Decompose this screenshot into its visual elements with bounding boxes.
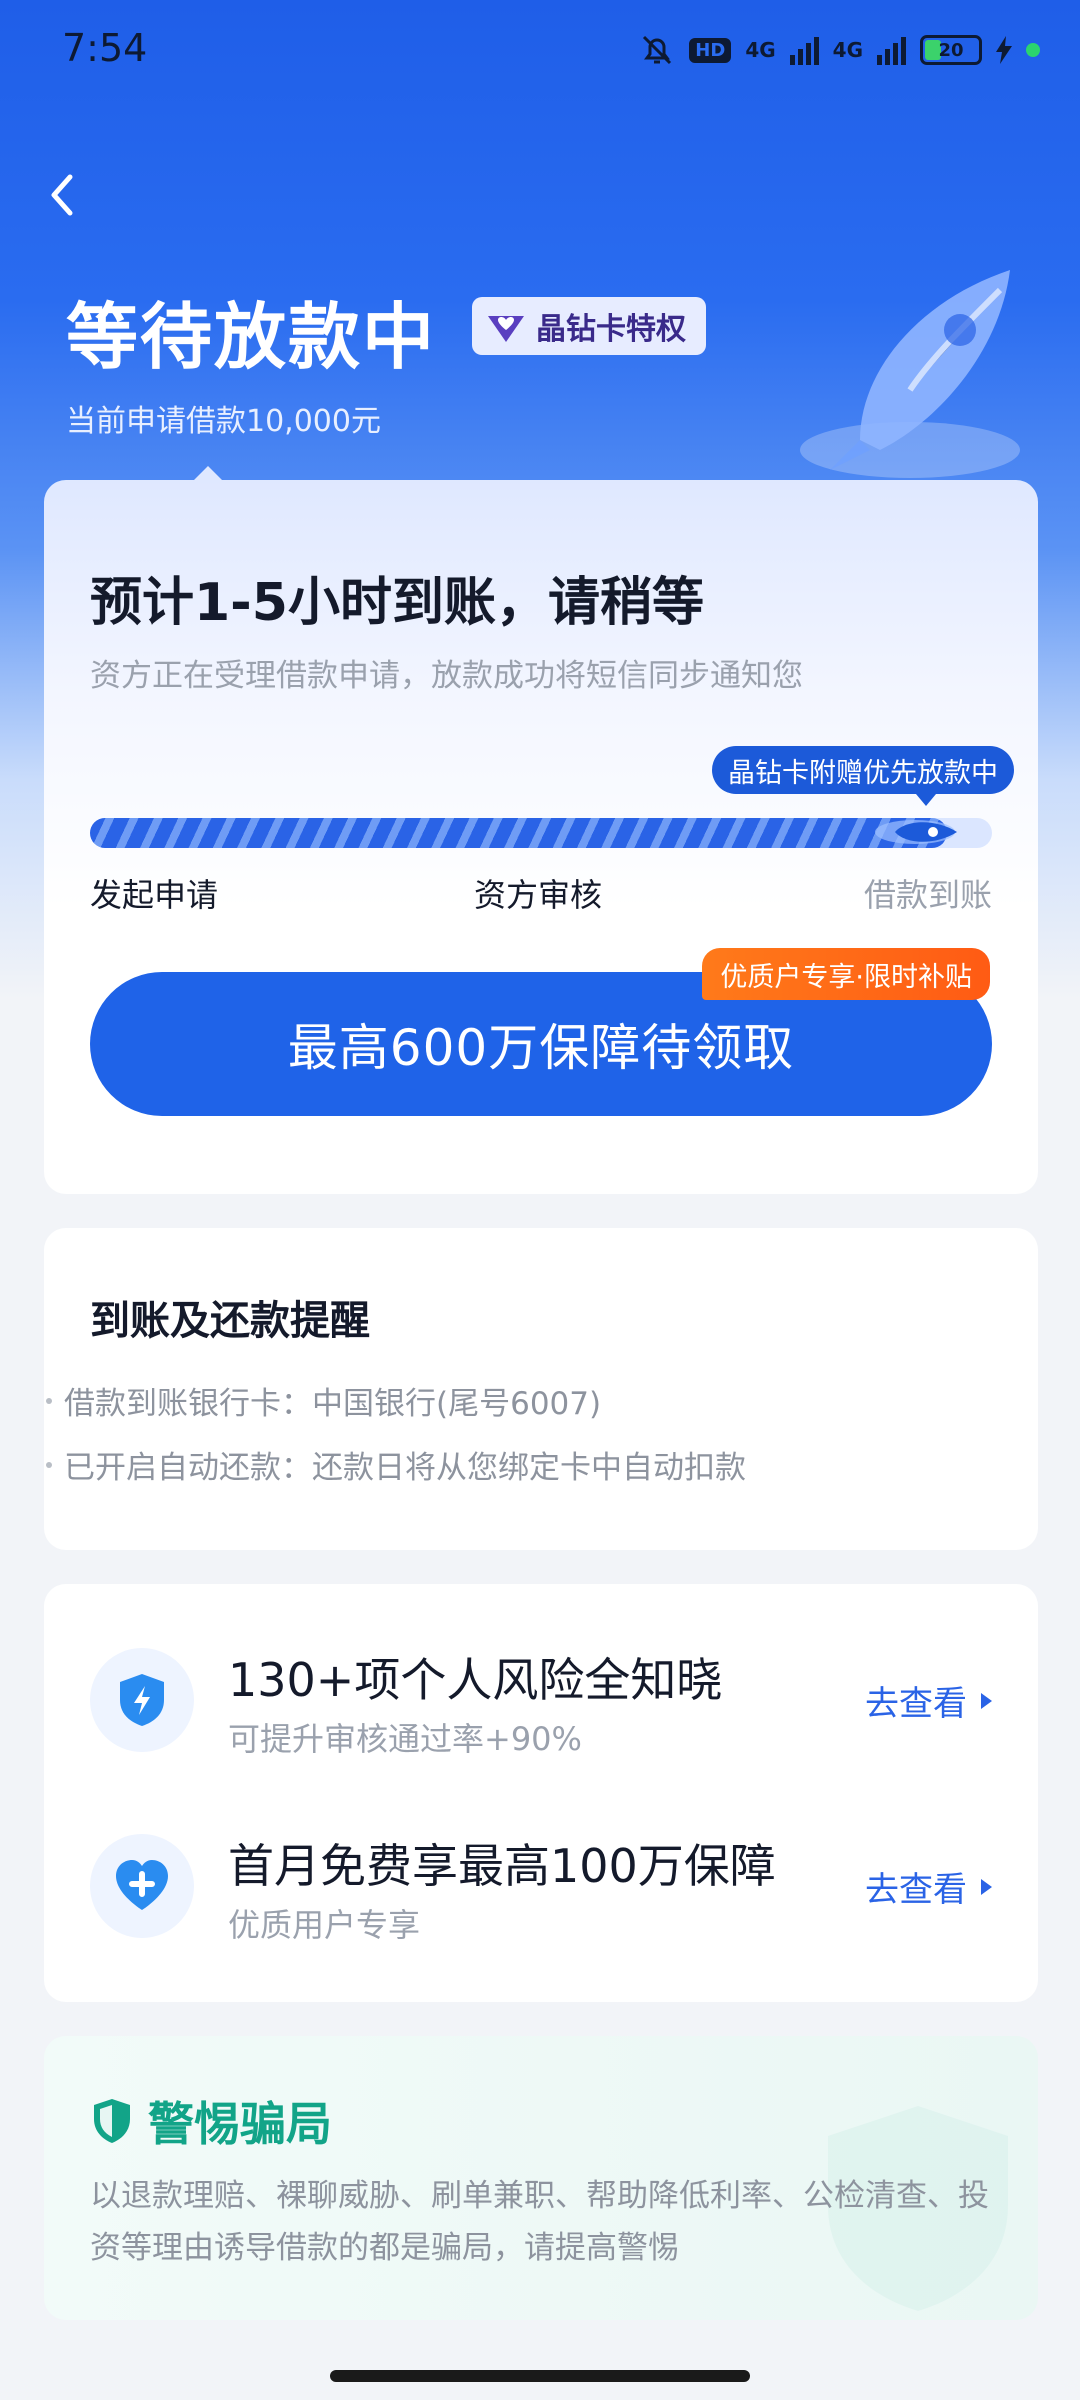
diamond-heart-icon [488,316,524,342]
service-subtitle-protection: 优质用户专享 [228,1906,421,1944]
step-disbursed: 借款到账 [863,876,992,914]
card-notch [194,466,222,480]
reminder-item-text: 借款到账银行卡：中国银行(尾号6007) [64,1386,602,1422]
warning-text: 以退款理赔、裸聊威胁、刷单兼职、帮助降低利率、公检清查、投资等理由诱导借款的都是… [90,2178,989,2266]
play-arrow-icon [981,1692,992,1709]
status-time: 7:54 [62,26,148,70]
step-apply: 发起申请 [90,876,219,914]
loan-status-card: 预计1-5小时到账，请稍等 资方正在受理借款申请，放款成功将短信同步通知您 晶钻… [44,466,1038,1194]
battery-icon: 20 [920,35,982,65]
loan-amount-subtitle: 当前申请借款10,000元 [66,404,381,439]
fraud-warning-card: 警惕骗局 以退款理赔、裸聊威胁、刷单兼职、帮助降低利率、公检清查、投资等理由诱导… [44,2036,1038,2320]
vip-badge-label: 晶钻卡特权 [536,312,686,347]
privacy-indicator-icon [1026,43,1040,57]
signal-1-icon [789,35,819,65]
battery-level: 20 [938,39,964,61]
signal-2-icon [877,35,906,65]
reminder-item-bank-card: 借款到账银行卡：中国银行(尾号6007) [46,1378,601,1423]
service-link-label: 去查看 [865,1684,967,1724]
hd-icon: HD [689,37,732,63]
back-arrow-icon[interactable] [42,165,82,225]
shield-check-icon [94,2099,130,2143]
warning-title-text: 警惕骗局 [148,2097,332,2151]
bullet-dot [46,1397,52,1404]
home-indicator[interactable] [330,2370,750,2382]
progress-track [90,818,992,848]
service-title-risk: 130+项个人风险全知晓 [228,1653,723,1707]
charging-icon [996,36,1012,64]
priority-tip-bubble: 晶钻卡附赠优先放款中 [712,746,1014,806]
bullet-dot [46,1461,52,1468]
service-link-risk[interactable]: 去查看 [865,1676,992,1725]
status-icons: HD 4G 4G 20 [639,30,1040,70]
eta-title: 预计1-5小时到账，请稍等 [90,573,704,633]
shield-lightning-icon [90,1648,194,1752]
reminder-item-auto-repay: 已开启自动还款：还款日将从您绑定卡中自动扣款 [46,1442,746,1487]
service-link-label: 去查看 [865,1870,967,1910]
page-title: 等待放款中 [66,295,437,379]
services-card: 130+项个人风险全知晓 可提升审核通过率+90% 去查看 首月免费享最高100… [44,1584,1038,2002]
service-link-protection[interactable]: 去查看 [865,1862,992,1911]
reminder-title: 到账及还款提醒 [90,1298,370,1344]
promo-tag: 优质户专享·限时补贴 [702,948,990,1000]
warning-title: 警惕骗局 [90,2088,332,2154]
step-review: 资方审核 [474,876,603,914]
service-subtitle-risk: 可提升审核通过率+90% [228,1720,582,1758]
network-label-1: 4G [745,38,776,62]
mute-bell-icon [643,35,672,65]
heart-plus-icon [90,1834,194,1938]
vip-badge: 晶钻卡特权 [472,297,706,355]
reminder-item-text: 已开启自动还款：还款日将从您绑定卡中自动扣款 [64,1450,746,1486]
status-bar: 7:54 HD 4G 4G 20 [0,0,1080,100]
progress-rocket-icon [874,820,957,844]
rocket-illustration-icon [800,270,1020,478]
eta-description: 资方正在受理借款申请，放款成功将短信同步通知您 [90,658,803,694]
progress-fill [90,818,947,848]
service-title-protection: 首月免费享最高100万保障 [228,1839,776,1893]
play-arrow-icon [981,1878,992,1895]
network-label-2: 4G [832,38,863,62]
